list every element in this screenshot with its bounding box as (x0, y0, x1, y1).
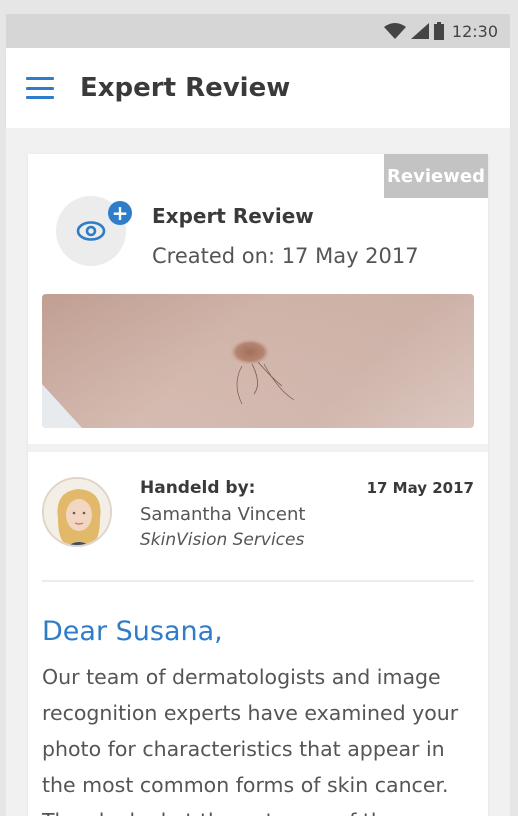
review-title: Expert Review (152, 204, 314, 228)
greeting: Dear Susana, (42, 616, 223, 647)
skin-photo[interactable] (42, 294, 474, 428)
handler-company: SkinVision Services (140, 530, 305, 550)
plus-icon: + (108, 201, 132, 225)
wifi-icon (383, 23, 406, 39)
battery-icon (433, 22, 444, 40)
handler-name: Samantha Vincent (140, 504, 306, 525)
message-body: Our team of dermatologists and image rec… (42, 665, 459, 816)
signal-icon (410, 23, 429, 39)
hamburger-menu-icon[interactable] (26, 77, 54, 99)
eye-icon (76, 221, 106, 241)
app-bar: Expert Review (6, 48, 510, 128)
status-bar: 12:30 (6, 14, 510, 48)
status-badge: Reviewed (384, 154, 488, 198)
divider (42, 580, 474, 582)
handled-date: 17 May 2017 (366, 479, 474, 497)
skin-photo-image (42, 294, 474, 428)
section-divider (28, 444, 488, 452)
review-card[interactable]: Reviewed + Expert Review Created on: 17 … (28, 154, 488, 816)
avatar (42, 477, 112, 547)
status-time: 12:30 (451, 21, 498, 41)
page-title: Expert Review (80, 73, 291, 103)
review-created-date: Created on: 17 May 2017 (152, 244, 419, 268)
handled-by-label: Handeld by: (140, 478, 256, 498)
